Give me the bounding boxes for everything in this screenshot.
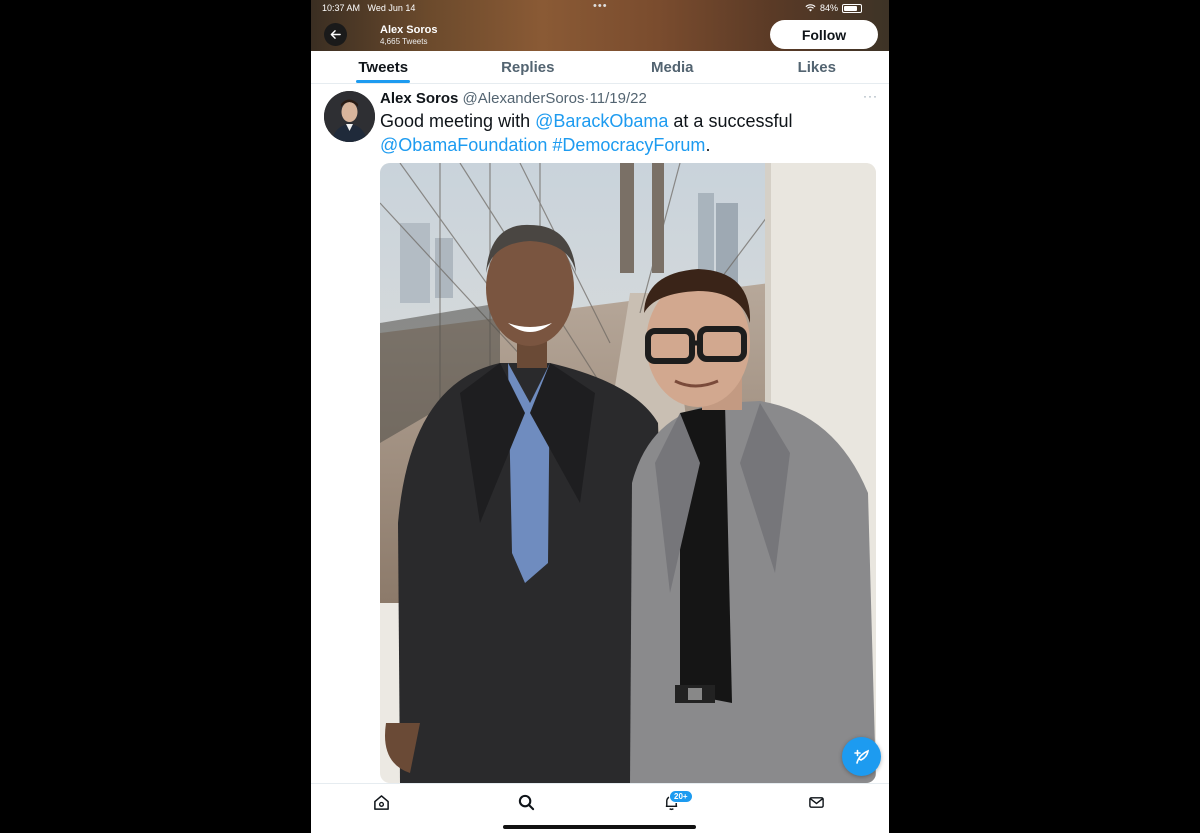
home-indicator[interactable] (503, 825, 696, 829)
back-button[interactable] (324, 23, 347, 46)
compose-tweet-button[interactable] (842, 737, 881, 776)
tab-replies[interactable]: Replies (456, 52, 601, 83)
status-bar: 10:37 AM Wed Jun 14 ••• 84% (311, 0, 889, 15)
tweet-date[interactable]: 11/19/22 (590, 90, 647, 107)
mention-link[interactable]: @ObamaFoundation (380, 135, 547, 155)
header-tweet-count: 4,665 Tweets (380, 37, 428, 46)
tweet-text: Good meeting with @BarackObama at a succ… (380, 111, 793, 155)
tweet-author-handle[interactable]: @AlexanderSoros (463, 90, 585, 107)
arrow-left-icon (330, 30, 341, 39)
active-tab-indicator (356, 80, 411, 83)
mention-link[interactable]: @BarackObama (535, 111, 668, 131)
hashtag-link[interactable]: #DemocracyForum (552, 135, 705, 155)
search-icon[interactable] (518, 794, 535, 811)
compose-feather-icon (853, 749, 869, 764)
profile-tabs: Tweets Replies Media Likes (311, 52, 889, 84)
tab-likes[interactable]: Likes (745, 52, 890, 83)
follow-button[interactable]: Follow (770, 20, 878, 49)
tweet-header: Alex Soros @AlexanderSoros·11/19/22 (380, 90, 647, 107)
home-icon[interactable] (373, 794, 390, 811)
avatar-image (324, 91, 375, 142)
battery-percent: 84% (819, 3, 838, 13)
avatar[interactable] (324, 91, 375, 142)
notification-badge: 20+ (669, 790, 693, 803)
messages-envelope-icon[interactable] (808, 794, 825, 811)
status-right: 84% (805, 3, 862, 13)
tweet-photo[interactable] (380, 163, 876, 783)
tweet-author-name[interactable]: Alex Soros (380, 90, 458, 107)
battery-icon (842, 3, 862, 13)
tab-tweets[interactable]: Tweets (311, 52, 456, 83)
profile-header: 10:37 AM Wed Jun 14 ••• 84% Alex Soros 4… (311, 0, 889, 51)
header-profile-name: Alex Soros (380, 24, 438, 36)
status-time-date: 10:37 AM Wed Jun 14 (322, 3, 416, 13)
tab-media[interactable]: Media (600, 52, 745, 83)
photo-image (380, 163, 876, 783)
twitter-app: 10:37 AM Wed Jun 14 ••• 84% Alex Soros 4… (311, 0, 889, 833)
bottom-nav: 20+ (311, 783, 889, 833)
multitask-dots[interactable]: ••• (593, 0, 608, 12)
wifi-icon (805, 4, 816, 12)
more-options-icon[interactable]: ··· (863, 89, 878, 103)
